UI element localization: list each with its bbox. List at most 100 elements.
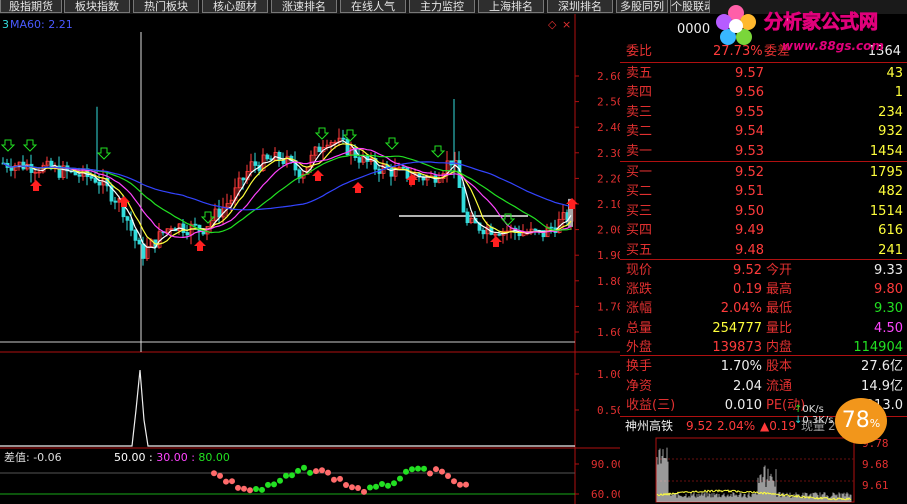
osc-dot [385,482,391,489]
menu-item-8[interactable]: 深圳排名 [547,0,613,13]
mini-pct: 2.04% [717,419,756,433]
down-arrow-icon [430,145,446,158]
candle-body [21,161,26,170]
stat-value: 254777 [712,320,762,336]
flower-icon [716,5,756,45]
menu-item-2[interactable]: 热门板块 [133,0,199,13]
osc-dot [373,483,379,490]
stat-row: 涨幅 2.04% 最低 9.30 [620,299,907,318]
down-arrow-icon [22,139,38,152]
candle-body [465,211,470,224]
separator [620,259,907,260]
stat-label: 今开 [766,263,793,278]
osc-dot [283,472,289,479]
fin-label: 净资 [626,378,653,394]
buy-price: 9.49 [735,223,764,239]
ratio-label: 委比 [626,44,653,59]
speed-readout: ↑0K/s ↓0.3K/s [794,404,833,426]
candle-body [9,167,14,171]
osc-dot [301,464,307,471]
indicator-prefix: 3 [2,18,9,31]
osc-dot [427,470,433,477]
up-arrow-icon [30,180,42,191]
stat-label: 现价 [626,263,653,278]
candle-body [533,228,538,231]
osc-dot [337,475,343,482]
osc-tick-label: 60.00 [591,488,620,501]
osc-dot [463,481,469,488]
sell-level-label: 卖四 [626,85,653,101]
menu-item-3[interactable]: 核心题材 [202,0,268,13]
candle-body [405,167,410,179]
osc-dot [295,467,301,474]
osc-dot [367,484,373,491]
fin-label: 换手 [626,359,653,374]
vol-tick-label: 0.50 [597,404,620,417]
osc-dot [361,488,367,495]
menu-item-5[interactable]: 在线人气 [340,0,406,13]
fin-label: 流通 [766,378,793,394]
separator [620,62,907,63]
price-tick-label: 2.00 [597,224,620,237]
oscillator-indicator: 90.00 60.00 [0,458,620,501]
mini-intraday-chart[interactable]: 9.789.689.61 [620,437,907,504]
osc-dot [217,472,223,479]
candle-body [277,151,282,161]
menu-item-1[interactable]: 板块指数 [64,0,130,13]
stat-row: 涨跌 0.19 最高 9.80 [620,280,907,299]
separator [620,355,907,356]
chart-close-marker[interactable]: × [562,18,571,31]
up-arrow-icon [194,240,206,251]
buy-price: 9.48 [735,242,764,258]
fin-value: 14.9亿 [861,378,903,394]
speed-percent-badge[interactable]: 78% [835,398,887,444]
sell-volume: 1454 [869,143,903,159]
candle-body [497,233,502,236]
buy-row: 买五 9.48 241 [620,241,907,260]
mini-stock-name: 神州高铁 [625,419,674,433]
down-arrow-icon [314,127,330,140]
sell-level-label: 卖三 [626,104,653,120]
sell-row: 卖三 9.55 234 [620,103,907,122]
mini-tick-label: 9.61 [862,479,889,492]
osc-dot [445,472,451,479]
osc-dot [397,475,403,482]
sell-price: 9.54 [735,124,764,140]
buy-level-label: 买四 [626,223,653,239]
fin-label: 收益(三) [626,398,676,413]
candle-body [357,157,362,163]
kline-chart-area[interactable]: 2.60 2.50 2.40 2.30 2.20 2.10 2.00 1.90 1.80 1.70… [0,14,620,504]
candle-body [401,166,406,169]
osc-dot [235,484,241,491]
fin-value: 0.010 [724,398,762,413]
buy-volume: 1514 [869,203,903,219]
candle-body [141,243,146,259]
candle-body [461,187,466,213]
osc-dot [253,486,259,493]
stat-value: 4.50 [874,320,903,336]
stat-row: 外盘 139873 内盘 114904 [620,338,907,357]
menu-item-4[interactable]: 涨速排名 [271,0,337,13]
vol-tick-label: 1.00 [597,368,620,381]
stat-value: 139873 [712,339,762,355]
buy-price: 9.51 [735,184,764,200]
price-tick-label: 2.60 [597,70,620,83]
menu-item-6[interactable]: 主力监控 [409,0,475,13]
buy-volume: 1795 [869,165,903,180]
candlesticks [1,99,574,266]
sell-price: 9.53 [735,143,764,159]
candle-body [265,154,270,160]
sell-volume: 1 [894,85,903,101]
osc-dot [319,467,325,474]
stat-label: 涨幅 [626,301,653,317]
vol-line [0,369,575,447]
menu-item-9[interactable]: 多股同列 [616,0,668,13]
fin-label: 股本 [766,359,793,374]
candle-body [77,174,82,177]
menu-item-10[interactable]: 个股联动 [670,0,710,13]
menu-item-0[interactable]: 股指期货 [0,0,62,13]
volume-indicator: 1.00 0.50 [0,368,620,447]
menu-item-7[interactable]: 上海排名 [478,0,544,13]
osc-dot [439,468,445,475]
buy-level-label: 买三 [626,203,653,219]
